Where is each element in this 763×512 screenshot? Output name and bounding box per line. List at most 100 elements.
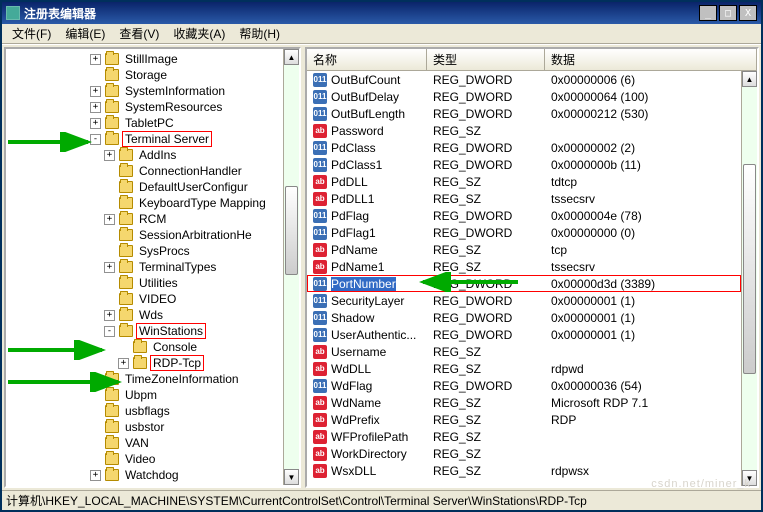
tree-item[interactable]: ConnectionHandler — [6, 163, 283, 179]
value-type: REG_DWORD — [427, 209, 545, 223]
value-data: tdtcp — [545, 175, 741, 189]
registry-editor-window: 注册表编辑器 _ □ X 文件(F) 编辑(E) 查看(V) 收藏夹(A) 帮助… — [0, 0, 763, 512]
folder-icon — [119, 229, 133, 241]
expand-toggle[interactable]: + — [104, 262, 115, 273]
menu-view[interactable]: 查看(V) — [113, 23, 165, 44]
value-row[interactable]: abPasswordREG_SZ — [307, 122, 741, 139]
tree-label: Storage — [123, 68, 169, 82]
value-row[interactable]: abWFProfilePathREG_SZ — [307, 428, 741, 445]
tree-item[interactable]: +RDP-Tcp — [6, 355, 283, 371]
tree-item[interactable]: SysProcs — [6, 243, 283, 259]
col-type[interactable]: 类型 — [427, 49, 545, 70]
value-row[interactable]: 011OutBufLengthREG_DWORD0x00000212 (530) — [307, 105, 741, 122]
scroll-up-button[interactable]: ▲ — [284, 49, 299, 65]
tree-item[interactable]: Utilities — [6, 275, 283, 291]
expand-toggle[interactable]: + — [90, 102, 101, 113]
title-bar[interactable]: 注册表编辑器 _ □ X — [2, 2, 761, 24]
maximize-button[interactable]: □ — [719, 5, 737, 21]
tree-item[interactable]: VIDEO — [6, 291, 283, 307]
scroll-down-button[interactable]: ▼ — [742, 470, 757, 486]
value-row[interactable]: 011PortNumberREG_DWORD0x00000d3d (3389) — [307, 275, 741, 292]
registry-tree[interactable]: +StillImageStorage+SystemInformation+Sys… — [6, 49, 283, 485]
value-row[interactable]: 011ShadowREG_DWORD0x00000001 (1) — [307, 309, 741, 326]
tree-item[interactable]: +StillImage — [6, 51, 283, 67]
tree-item[interactable]: Console — [6, 339, 283, 355]
expand-toggle[interactable]: + — [90, 470, 101, 481]
value-name: PdClass — [331, 141, 376, 155]
value-row[interactable]: abWorkDirectoryREG_SZ — [307, 445, 741, 462]
menu-edit[interactable]: 编辑(E) — [59, 23, 111, 44]
values-list[interactable]: 011OutBufCountREG_DWORD0x00000006 (6)011… — [307, 71, 741, 486]
expand-toggle[interactable]: - — [90, 134, 101, 145]
col-data[interactable]: 数据 — [545, 49, 757, 70]
tree-item[interactable]: +SystemResources — [6, 99, 283, 115]
tree-item[interactable]: +Watchdog — [6, 467, 283, 483]
expand-toggle[interactable]: + — [104, 150, 115, 161]
menu-file[interactable]: 文件(F) — [6, 23, 57, 44]
expand-toggle[interactable]: + — [104, 214, 115, 225]
expand-toggle[interactable]: + — [90, 86, 101, 97]
scroll-down-button[interactable]: ▼ — [284, 469, 299, 485]
value-row[interactable]: abPdDLLREG_SZtdtcp — [307, 173, 741, 190]
expand-toggle[interactable]: + — [90, 118, 101, 129]
tree-item[interactable]: +SystemInformation — [6, 83, 283, 99]
tree-item[interactable]: +TabletPC — [6, 115, 283, 131]
list-scrollbar[interactable]: ▲ ▼ — [741, 71, 757, 486]
value-row[interactable]: abWdPrefixREG_SZRDP — [307, 411, 741, 428]
tree-item[interactable]: +AddIns — [6, 147, 283, 163]
scroll-thumb[interactable] — [285, 186, 298, 275]
value-row[interactable]: 011OutBufDelayREG_DWORD0x00000064 (100) — [307, 88, 741, 105]
value-row[interactable]: abPdNameREG_SZtcp — [307, 241, 741, 258]
values-pane[interactable]: 名称 类型 数据 011OutBufCountREG_DWORD0x000000… — [305, 47, 759, 488]
close-button[interactable]: X — [739, 5, 757, 21]
tree-item[interactable]: Storage — [6, 67, 283, 83]
tree-item[interactable]: +Wds — [6, 307, 283, 323]
minimize-button[interactable]: _ — [699, 5, 717, 21]
value-row[interactable]: 011WdFlagREG_DWORD0x00000036 (54) — [307, 377, 741, 394]
tree-item[interactable]: SessionArbitrationHe — [6, 227, 283, 243]
value-row[interactable]: abUsernameREG_SZ — [307, 343, 741, 360]
tree-scrollbar[interactable]: ▲ ▼ — [283, 49, 299, 485]
expand-toggle — [90, 70, 101, 81]
tree-item[interactable]: usbflags — [6, 403, 283, 419]
tree-item[interactable]: Video — [6, 451, 283, 467]
menu-help[interactable]: 帮助(H) — [233, 23, 286, 44]
tree-item[interactable]: TimeZoneInformation — [6, 371, 283, 387]
value-row[interactable]: 011UserAuthentic...REG_DWORD0x00000001 (… — [307, 326, 741, 343]
menu-favorites[interactable]: 收藏夹(A) — [167, 23, 231, 44]
tree-item[interactable]: KeyboardType Mapping — [6, 195, 283, 211]
tree-item[interactable]: -WinStations — [6, 323, 283, 339]
scroll-track[interactable] — [284, 65, 299, 469]
tree-pane[interactable]: +StillImageStorage+SystemInformation+Sys… — [4, 47, 301, 488]
value-row[interactable]: 011PdFlagREG_DWORD0x0000004e (78) — [307, 207, 741, 224]
value-row[interactable]: abPdName1REG_SZtssecsrv — [307, 258, 741, 275]
value-row[interactable]: abWsxDLLREG_SZrdpwsx — [307, 462, 741, 479]
scroll-thumb[interactable] — [743, 164, 756, 375]
expand-toggle[interactable]: + — [118, 358, 129, 369]
string-icon: ab — [313, 413, 327, 427]
value-row[interactable]: 011OutBufCountREG_DWORD0x00000006 (6) — [307, 71, 741, 88]
tree-item[interactable]: +TerminalTypes — [6, 259, 283, 275]
value-row[interactable]: 011PdFlag1REG_DWORD0x00000000 (0) — [307, 224, 741, 241]
scroll-up-button[interactable]: ▲ — [742, 71, 757, 87]
value-row[interactable]: abWdNameREG_SZMicrosoft RDP 7.1 — [307, 394, 741, 411]
tree-label: KeyboardType Mapping — [137, 196, 268, 210]
tree-item[interactable]: -Terminal Server — [6, 131, 283, 147]
expand-toggle[interactable]: + — [104, 310, 115, 321]
tree-item[interactable]: DefaultUserConfigur — [6, 179, 283, 195]
string-icon: ab — [313, 464, 327, 478]
tree-item[interactable]: +RCM — [6, 211, 283, 227]
expand-toggle[interactable]: - — [104, 326, 115, 337]
value-row[interactable]: abPdDLL1REG_SZtssecsrv — [307, 190, 741, 207]
tree-item[interactable]: Ubpm — [6, 387, 283, 403]
value-row[interactable]: 011SecurityLayerREG_DWORD0x00000001 (1) — [307, 292, 741, 309]
scroll-track[interactable] — [742, 87, 757, 470]
expand-toggle[interactable]: + — [90, 54, 101, 65]
value-row[interactable]: 011PdClass1REG_DWORD0x0000000b (11) — [307, 156, 741, 173]
tree-item[interactable]: usbstor — [6, 419, 283, 435]
value-row[interactable]: abWdDLLREG_SZrdpwd — [307, 360, 741, 377]
value-name: PdFlag1 — [331, 226, 376, 240]
value-row[interactable]: 011PdClassREG_DWORD0x00000002 (2) — [307, 139, 741, 156]
tree-item[interactable]: VAN — [6, 435, 283, 451]
col-name[interactable]: 名称 — [307, 49, 427, 70]
